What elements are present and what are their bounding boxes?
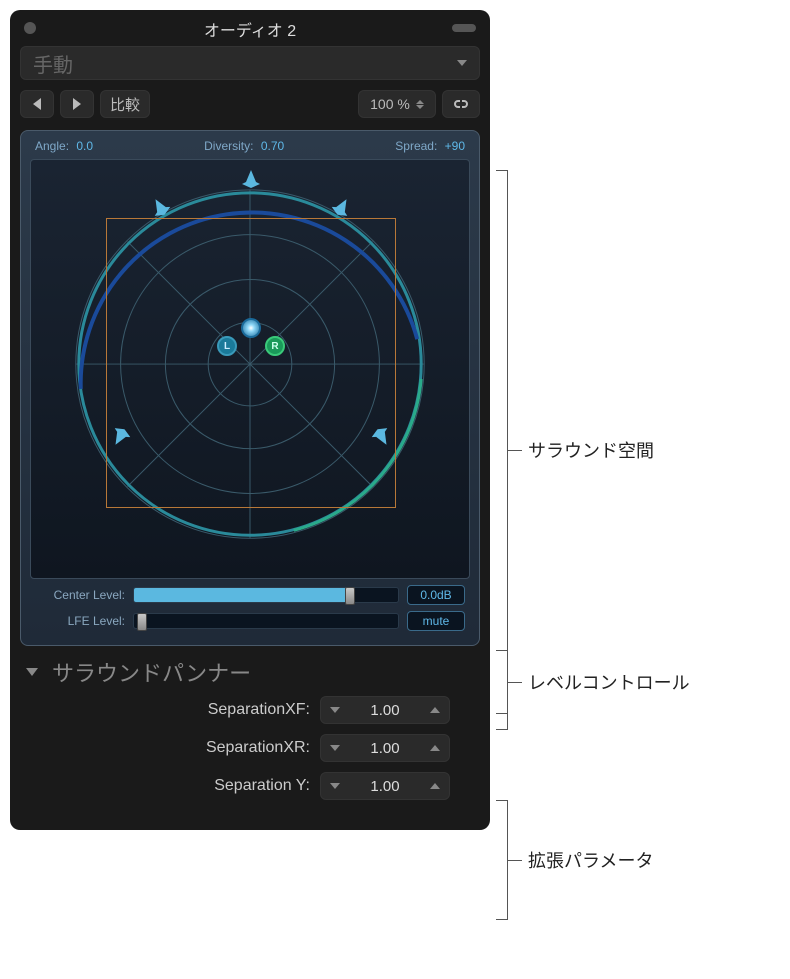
spread-label: Spread: [395, 139, 437, 153]
lfe-level-slider[interactable] [133, 613, 399, 629]
stepper-decrement[interactable] [321, 735, 349, 761]
chevron-down-icon [330, 745, 340, 751]
chevron-down-icon [330, 783, 340, 789]
lfe-level-label: LFE Level: [35, 614, 125, 628]
speaker-center-icon[interactable] [242, 170, 260, 188]
param-row: Separation Y: 1.00 [20, 772, 450, 800]
plugin-window: オーディオ 2 手動 比較 100 % [10, 10, 490, 830]
center-level-label: Center Level: [35, 588, 125, 602]
lfe-level-row: LFE Level: mute [35, 611, 465, 631]
panner-readout: Angle: 0.0 Diversity: 0.70 Spread: +90 [27, 137, 473, 159]
stepper-decrement[interactable] [321, 773, 349, 799]
next-preset-button[interactable] [60, 90, 94, 118]
diversity-label: Diversity: [204, 139, 253, 153]
param-label: Separation Y: [214, 777, 310, 795]
prev-preset-button[interactable] [20, 90, 54, 118]
window-title: オーディオ 2 [204, 17, 296, 41]
param-value[interactable]: 1.00 [349, 702, 421, 719]
toolbar: 比較 100 % [20, 90, 480, 118]
chevron-down-icon [330, 707, 340, 713]
chevron-down-icon [457, 60, 467, 66]
extended-section-header[interactable]: サラウンドパンナー [20, 656, 480, 688]
param-value[interactable]: 1.00 [349, 740, 421, 757]
stepper-increment[interactable] [421, 773, 449, 799]
window-pill [452, 24, 476, 32]
titlebar: オーディオ 2 [20, 18, 480, 40]
param-row: SeparationXF: 1.00 [20, 696, 450, 724]
pan-puck-right[interactable]: R [265, 336, 285, 356]
pan-puck-left[interactable]: L [217, 336, 237, 356]
preset-select[interactable]: 手動 [20, 46, 480, 80]
diversity-value[interactable]: 0.70 [261, 139, 284, 153]
boundary-overlay [106, 218, 396, 508]
pan-puck[interactable] [241, 318, 261, 338]
lfe-level-value[interactable]: mute [407, 611, 465, 631]
stepper-arrows-icon [416, 100, 424, 109]
section-title: サラウンドパンナー [52, 656, 251, 688]
param-value[interactable]: 1.00 [349, 778, 421, 795]
stepper-increment[interactable] [421, 735, 449, 761]
compare-button[interactable]: 比較 [100, 90, 150, 118]
arrow-right-icon [73, 98, 81, 110]
surround-field[interactable]: L R [30, 159, 470, 579]
surround-panner-panel: Angle: 0.0 Diversity: 0.70 Spread: +90 [20, 130, 480, 646]
callout-surround-field: サラウンド空間 [496, 170, 654, 730]
center-level-slider[interactable] [133, 587, 399, 603]
disclosure-triangle-icon [26, 668, 38, 676]
preset-placeholder: 手動 [33, 49, 73, 78]
spread-value[interactable]: +90 [445, 139, 465, 153]
callout-level-controls: レベルコントロール [496, 650, 690, 714]
extended-params: SeparationXF:1.00SeparationXR:1.00Separa… [20, 688, 480, 800]
chevron-up-icon [430, 745, 440, 751]
param-label: SeparationXF: [208, 701, 310, 719]
center-level-row: Center Level: 0.0dB [35, 585, 465, 605]
arrow-left-icon [33, 98, 41, 110]
chevron-up-icon [430, 783, 440, 789]
link-icon [451, 97, 471, 111]
zoom-stepper[interactable]: 100 % [358, 90, 436, 118]
chevron-up-icon [430, 707, 440, 713]
zoom-value: 100 % [370, 96, 410, 112]
stepper-decrement[interactable] [321, 697, 349, 723]
param-stepper[interactable]: 1.00 [320, 734, 450, 762]
param-row: SeparationXR: 1.00 [20, 734, 450, 762]
angle-label: Angle: [35, 139, 69, 153]
angle-value[interactable]: 0.0 [76, 139, 93, 153]
close-window-button[interactable] [24, 22, 36, 34]
param-label: SeparationXR: [206, 739, 310, 757]
link-button[interactable] [442, 90, 480, 118]
stepper-increment[interactable] [421, 697, 449, 723]
center-level-value[interactable]: 0.0dB [407, 585, 465, 605]
callouts: サラウンド空間 レベルコントロール 拡張パラメータ [490, 10, 770, 160]
level-controls: Center Level: 0.0dB LFE Level: mute [27, 579, 473, 639]
param-stepper[interactable]: 1.00 [320, 772, 450, 800]
param-stepper[interactable]: 1.00 [320, 696, 450, 724]
callout-extended-params: 拡張パラメータ [496, 800, 653, 920]
